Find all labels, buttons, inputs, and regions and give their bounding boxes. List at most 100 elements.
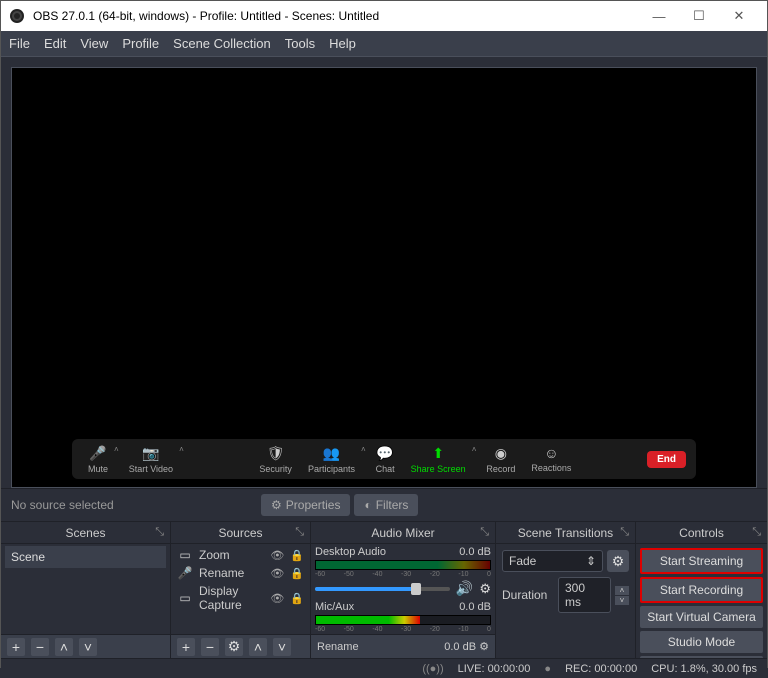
meter-ticks: -60-50-40-30-20-100 — [315, 571, 491, 578]
mixer-name: Mic/Aux — [315, 601, 354, 613]
source-props-button[interactable]: ⚙ — [225, 638, 243, 656]
chevron-updown-icon: ⇕ — [586, 554, 596, 568]
mixer-item: Mic/Aux0.0 dB -60-50-40-30-20-100 🔊⚙ — [315, 601, 491, 634]
start-recording-button[interactable]: Start Recording — [640, 577, 763, 603]
window-titlebar: OBS 27.0.1 (64-bit, windows) - Profile: … — [1, 1, 767, 31]
mixer-rename-db: 0.0 dB — [444, 641, 476, 653]
menubar: File Edit View Profile Scene Collection … — [1, 31, 767, 57]
mixer-name: Desktop Audio — [315, 546, 386, 558]
zoom-security-button[interactable]: 🛡Security — [253, 445, 298, 474]
record-icon: ◉ — [495, 445, 507, 462]
scene-down-button[interactable]: ˅ — [79, 638, 97, 656]
filter-icon: ◐ — [364, 498, 371, 512]
popout-icon[interactable]: ⤡ — [295, 526, 304, 539]
source-up-button[interactable]: ˄ — [249, 638, 267, 656]
visibility-toggle[interactable]: 👁 — [270, 567, 284, 580]
share-icon: ⬆ — [432, 445, 444, 462]
source-item[interactable]: 🎤Rename👁🔒 — [175, 564, 306, 582]
gear-icon: ⚙ — [271, 498, 282, 512]
settings-button[interactable]: Settings — [640, 656, 763, 658]
duration-input[interactable]: 300 ms — [558, 577, 611, 613]
add-scene-button[interactable]: + — [7, 638, 25, 656]
shield-icon: 🛡 — [267, 445, 285, 462]
maximize-button[interactable]: ☐ — [679, 8, 719, 24]
panel-sources: Sources⤡ ▭Zoom👁🔒 🎤Rename👁🔒 ▭Display Capt… — [171, 522, 311, 658]
popout-icon[interactable]: ⤡ — [620, 526, 629, 539]
sources-toolbar: + − ⚙ ˄ ˅ — [171, 634, 310, 658]
studio-mode-button[interactable]: Studio Mode — [640, 631, 763, 653]
menu-scene-collection[interactable]: Scene Collection — [173, 36, 271, 51]
lock-toggle[interactable]: 🔒 — [290, 567, 304, 580]
chevron-up-icon[interactable]: ˄ — [179, 445, 184, 454]
remove-source-button[interactable]: − — [201, 638, 219, 656]
start-streaming-button[interactable]: Start Streaming — [640, 548, 763, 574]
add-source-button[interactable]: + — [177, 638, 195, 656]
chevron-up-icon[interactable]: ˄ — [361, 445, 366, 454]
scene-up-button[interactable]: ˄ — [55, 638, 73, 656]
status-bar: ((●)) LIVE: 00:00:00 ● REC: 00:00:00 CPU… — [1, 658, 767, 678]
zoom-share-button[interactable]: ⬆Share Screen — [405, 445, 472, 474]
popout-icon[interactable]: ⤡ — [752, 526, 761, 539]
zoom-chat-button[interactable]: 💬Chat — [370, 445, 401, 474]
zoom-participants-button[interactable]: 👥Participants — [302, 445, 361, 474]
start-virtual-camera-button[interactable]: Start Virtual Camera — [640, 606, 763, 628]
source-item[interactable]: ▭Zoom👁🔒 — [175, 546, 306, 564]
chevron-up-icon[interactable]: ˄ — [114, 445, 119, 454]
transition-settings-button[interactable]: ⚙ — [607, 550, 629, 572]
zoom-video-button[interactable]: 📷Start Video — [123, 445, 179, 474]
chat-icon: 💬 — [376, 445, 393, 462]
lock-toggle[interactable]: 🔒 — [290, 549, 304, 562]
speaker-icon[interactable]: 🔊 — [456, 580, 473, 597]
popout-icon[interactable]: ⤡ — [155, 526, 164, 539]
panel-transitions: Scene Transitions⤡ Fade⇕ ⚙ Duration 300 … — [496, 522, 636, 658]
gear-icon[interactable]: ⚙ — [479, 641, 489, 653]
mixer-footer: Rename 0.0 dB ⚙ — [311, 634, 495, 658]
source-down-button[interactable]: ˅ — [273, 638, 291, 656]
camera-icon: 📷 — [142, 445, 159, 462]
remove-scene-button[interactable]: − — [31, 638, 49, 656]
close-button[interactable]: ✕ — [719, 8, 759, 24]
menu-file[interactable]: File — [9, 36, 30, 51]
gear-icon[interactable]: ⚙ — [479, 581, 491, 597]
properties-bar: No source selected ⚙Properties ◐Filters — [1, 488, 767, 522]
minimize-button[interactable]: — — [639, 9, 679, 24]
window-icon: ▭ — [177, 548, 193, 562]
menu-help[interactable]: Help — [329, 36, 356, 51]
zoom-mute-button[interactable]: 🎤Mute — [82, 445, 114, 474]
panel-title: Audio Mixer — [371, 526, 434, 540]
menu-profile[interactable]: Profile — [122, 36, 159, 51]
obs-logo-icon — [9, 8, 25, 24]
chevron-up-icon[interactable]: ˄ — [472, 445, 477, 454]
scenes-toolbar: + − ˄ ˅ — [1, 634, 170, 658]
volume-slider[interactable] — [315, 587, 450, 591]
zoom-record-button[interactable]: ◉Record — [480, 445, 521, 474]
visibility-toggle[interactable]: 👁 — [270, 549, 284, 562]
menu-view[interactable]: View — [80, 36, 108, 51]
status-rec: REC: 00:00:00 — [565, 663, 637, 675]
menu-tools[interactable]: Tools — [285, 36, 315, 51]
filters-button[interactable]: ◐Filters — [354, 494, 418, 516]
popout-icon[interactable]: ⤡ — [480, 526, 489, 539]
status-live: LIVE: 00:00:00 — [458, 663, 531, 675]
mic-icon: 🎤 — [177, 566, 193, 580]
source-item[interactable]: ▭Display Capture👁🔒 — [175, 582, 306, 614]
zoom-reactions-button[interactable]: ☺Reactions — [525, 445, 577, 473]
properties-button[interactable]: ⚙Properties — [261, 494, 350, 516]
zoom-end-button[interactable]: End — [647, 451, 686, 468]
mixer-db: 0.0 dB — [459, 601, 491, 613]
panel-title: Scene Transitions — [518, 526, 613, 540]
preview-area[interactable]: 🎤Mute˄ 📷Start Video˄ 🛡Security 👥Particip… — [11, 67, 757, 488]
mixer-db: 0.0 dB — [459, 546, 491, 558]
visibility-toggle[interactable]: 👁 — [270, 592, 284, 605]
scene-item[interactable]: Scene — [5, 546, 166, 568]
duration-spinner[interactable]: ˄˅ — [615, 586, 629, 605]
panel-scenes: Scenes⤡ Scene + − ˄ ˅ — [1, 522, 171, 658]
mixer-item: Desktop Audio0.0 dB -60-50-40-30-20-100 … — [315, 546, 491, 597]
zoom-toolbar: 🎤Mute˄ 📷Start Video˄ 🛡Security 👥Particip… — [72, 439, 696, 479]
panel-title: Sources — [218, 526, 262, 540]
menu-edit[interactable]: Edit — [44, 36, 66, 51]
transition-select[interactable]: Fade⇕ — [502, 550, 603, 572]
window-title: OBS 27.0.1 (64-bit, windows) - Profile: … — [33, 9, 379, 23]
lock-toggle[interactable]: 🔒 — [290, 592, 304, 605]
display-icon: ▭ — [177, 591, 193, 605]
